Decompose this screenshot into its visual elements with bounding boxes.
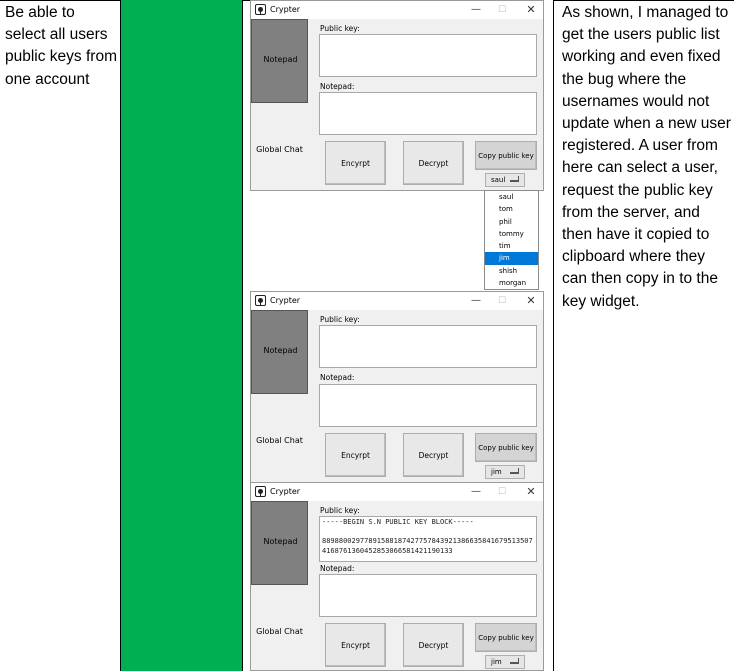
copy-public-key-button[interactable]: Copy public key <box>475 141 537 170</box>
maximize-button[interactable]: ☐ <box>494 294 510 308</box>
selected-user: jim <box>491 658 502 666</box>
sidebar-notepad-label: Notepad <box>263 537 298 546</box>
sidebar-notepad-label: Notepad <box>263 346 298 355</box>
sidebar-notepad-button[interactable]: Notepad <box>251 310 308 394</box>
notepad-label: Notepad: <box>320 564 355 573</box>
notepad-label: Notepad: <box>320 373 355 382</box>
encrypt-button[interactable]: Encyrpt <box>325 433 386 477</box>
decrypt-button[interactable]: Decrypt <box>403 623 464 667</box>
minimize-button[interactable]: — <box>468 3 484 17</box>
sidebar: Notepad Global Chat <box>251 501 308 670</box>
copy-public-key-button[interactable]: Copy public key <box>475 623 537 652</box>
window-title: Crypter <box>270 487 301 496</box>
decrypt-button[interactable]: Decrypt <box>403 141 464 185</box>
title-bar[interactable]: Crypter — ☐ ✕ <box>251 483 543 501</box>
padlock-icon <box>255 4 266 15</box>
sidebar-global-chat-button[interactable]: Global Chat <box>251 103 308 190</box>
public-key-label: Public key: <box>320 315 360 324</box>
copy-public-key-button[interactable]: Copy public key <box>475 433 537 462</box>
public-key-textbox[interactable] <box>319 325 537 368</box>
dropdown-indicator-icon <box>510 468 519 474</box>
notepad-textbox[interactable] <box>319 384 537 427</box>
dropdown-option[interactable]: morgan <box>485 277 538 289</box>
close-button[interactable]: ✕ <box>523 485 539 499</box>
sidebar-global-chat-label: Global Chat <box>256 627 303 636</box>
sidebar-notepad-button[interactable]: Notepad <box>251 19 308 103</box>
dropdown-option[interactable]: tim <box>485 240 538 252</box>
minimize-button[interactable]: — <box>468 485 484 499</box>
screenshot-cell: Crypter — ☐ ✕ Notepad Global Chat Public… <box>250 0 553 671</box>
selected-user: saul <box>491 176 506 184</box>
title-bar[interactable]: Crypter — ☐ ✕ <box>251 1 543 19</box>
sidebar: Notepad Global Chat <box>251 310 308 482</box>
maximize-button[interactable]: ☐ <box>494 485 510 499</box>
sidebar-global-chat-label: Global Chat <box>256 436 303 445</box>
user-select-menu[interactable]: jim <box>485 465 525 479</box>
crypter-window: Crypter — ☐ ✕ Notepad Global Chat Public… <box>250 291 544 483</box>
encrypt-button[interactable]: Encyrpt <box>325 623 386 667</box>
sidebar-notepad-button[interactable]: Notepad <box>251 501 308 585</box>
close-button[interactable]: ✕ <box>523 294 539 308</box>
window-title: Crypter <box>270 296 301 305</box>
user-select-menu[interactable]: saul <box>485 173 525 187</box>
sidebar-global-chat-button[interactable]: Global Chat <box>251 394 308 482</box>
dropdown-indicator-icon <box>510 658 519 664</box>
sidebar-global-chat-label: Global Chat <box>256 145 303 154</box>
user-select-menu[interactable]: jim <box>485 655 525 669</box>
sidebar-global-chat-button[interactable]: Global Chat <box>251 585 308 670</box>
padlock-icon <box>255 295 266 306</box>
public-key-label: Public key: <box>320 24 360 33</box>
sidebar-notepad-label: Notepad <box>263 55 298 64</box>
requirement-cell: Be able to select all users public keys … <box>5 4 117 88</box>
dropdown-option[interactable]: saul <box>485 191 538 203</box>
padlock-icon <box>255 486 266 497</box>
notes-cell: As shown, I managed to get the users pub… <box>562 4 731 310</box>
dropdown-option[interactable]: tommy <box>485 228 538 240</box>
status-cell-green <box>121 0 242 671</box>
table-column-divider <box>242 0 243 671</box>
notepad-label: Notepad: <box>320 82 355 91</box>
minimize-button[interactable]: — <box>468 294 484 308</box>
dropdown-option[interactable]: phil <box>485 216 538 228</box>
dropdown-option[interactable]: tom <box>485 203 538 215</box>
public-key-textbox[interactable]: -----BEGIN S.N PUBLIC KEY BLOCK----- 889… <box>319 516 537 562</box>
crypter-window: Crypter — ☐ ✕ Notepad Global Chat Public… <box>250 0 544 191</box>
crypter-window: Crypter — ☐ ✕ Notepad Global Chat Public… <box>250 482 544 671</box>
sidebar: Notepad Global Chat <box>251 19 308 190</box>
selected-user: jim <box>491 468 502 476</box>
title-bar[interactable]: Crypter — ☐ ✕ <box>251 292 543 310</box>
dropdown-indicator-icon <box>510 176 519 182</box>
encrypt-button[interactable]: Encyrpt <box>325 141 386 185</box>
public-key-textbox[interactable] <box>319 34 537 77</box>
window-title: Crypter <box>270 5 301 14</box>
notepad-textbox[interactable] <box>319 92 537 135</box>
user-dropdown-list[interactable]: saul tom phil tommy tim jim shish morgan <box>484 190 539 290</box>
dropdown-option-highlighted[interactable]: jim <box>485 252 538 265</box>
maximize-button[interactable]: ☐ <box>494 3 510 17</box>
decrypt-button[interactable]: Decrypt <box>403 433 464 477</box>
dropdown-option[interactable]: shish <box>485 265 538 277</box>
notepad-textbox[interactable] <box>319 574 537 617</box>
public-key-label: Public key: <box>320 506 360 515</box>
close-button[interactable]: ✕ <box>523 3 539 17</box>
table-column-divider <box>553 0 554 671</box>
